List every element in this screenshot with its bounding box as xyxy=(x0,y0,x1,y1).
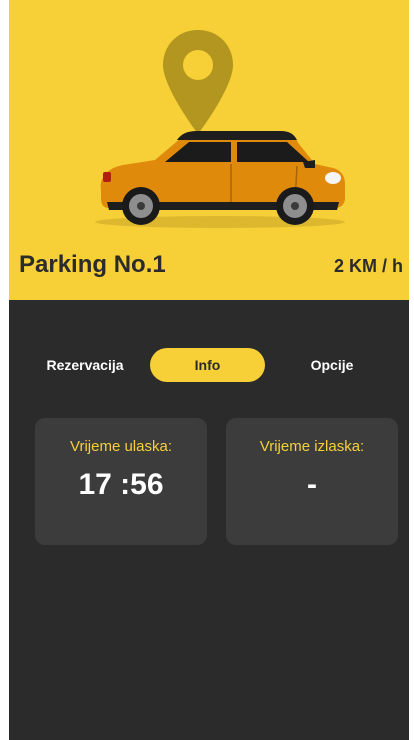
tab-rezervacija[interactable]: Rezervacija xyxy=(37,348,133,382)
tab-bar: Rezervacija Info Opcije xyxy=(9,348,409,382)
entry-time-label: Vrijeme ulaska: xyxy=(70,438,172,455)
hero-banner: Parking No.1 2 KM / h xyxy=(9,0,409,300)
entry-time-card: Vrijeme ulaska: 17 :56 xyxy=(35,418,207,545)
car-illustration xyxy=(95,131,345,228)
tab-info[interactable]: Info xyxy=(150,348,265,382)
tab-opcije[interactable]: Opcije xyxy=(290,348,374,382)
exit-time-card: Vrijeme izlaska: - xyxy=(226,418,398,545)
entry-time-value: 17 :56 xyxy=(78,468,164,501)
app-screen: Parking No.1 2 KM / h Rezervacija Info O… xyxy=(9,0,409,740)
parking-rate: 2 KM / h xyxy=(333,256,403,276)
parking-title: Parking No.1 xyxy=(19,251,166,278)
exit-time-label: Vrijeme izlaska: xyxy=(259,438,365,455)
exit-time-value: - xyxy=(307,468,317,501)
